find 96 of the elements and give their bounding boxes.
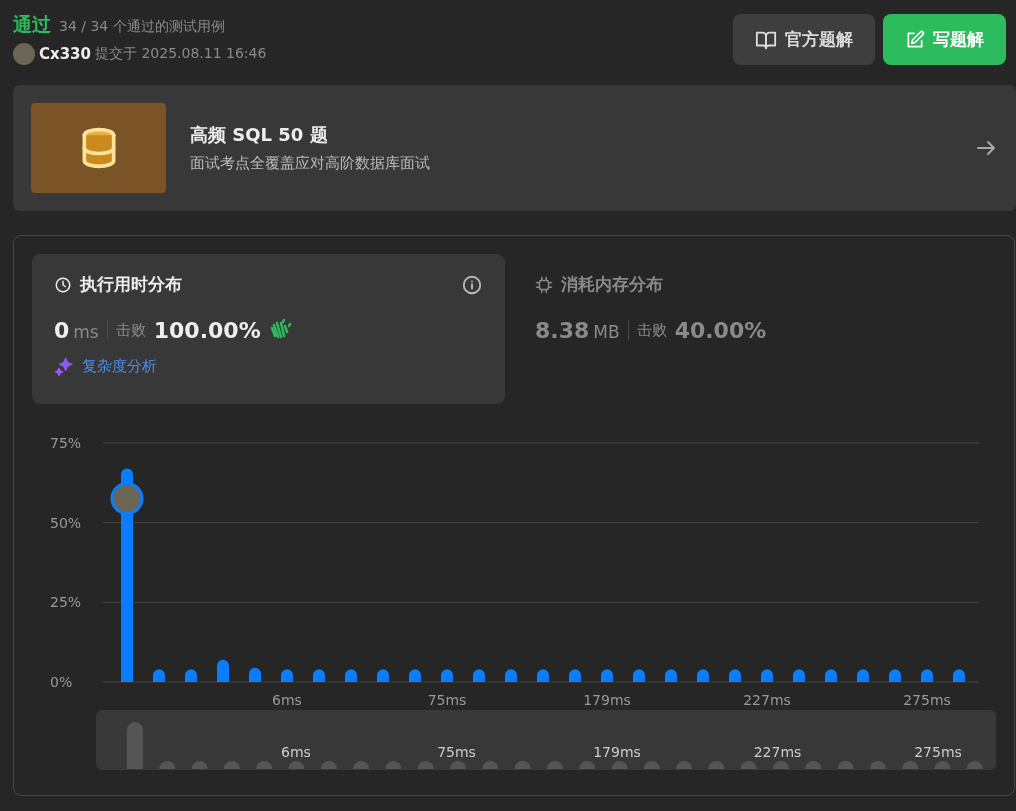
navigator-bar	[708, 761, 725, 769]
chart-bar[interactable]	[281, 669, 293, 682]
sparkle-icon	[54, 355, 74, 376]
chart-bar[interactable]	[313, 669, 325, 682]
chart-bar[interactable]	[793, 669, 805, 682]
chart-bar[interactable]	[761, 669, 773, 682]
navigator-bar	[127, 722, 143, 769]
beats-value: 40.00%	[674, 316, 767, 345]
plan-subtitle: 面试考点全覆盖应对高阶数据库面试	[190, 153, 431, 175]
avatar-circle	[13, 42, 35, 65]
navigator-bar	[353, 761, 370, 769]
navigator-bar	[837, 761, 854, 769]
chart-bar[interactable]	[857, 669, 869, 682]
navigator-bar	[417, 761, 434, 769]
avatar-marker	[110, 482, 144, 515]
chart-bar[interactable]	[377, 669, 389, 682]
chart-bar[interactable]	[665, 669, 677, 682]
navigator-label: 75ms	[437, 744, 476, 760]
navigator-bar	[773, 761, 789, 769]
chart-bar[interactable]	[697, 669, 709, 682]
chart-bar[interactable]	[889, 669, 901, 682]
x-axis-label: 6ms	[272, 692, 302, 708]
range-navigator[interactable]: 6ms 75ms 179ms 227ms 275ms	[96, 710, 996, 770]
chart-bar[interactable]	[601, 669, 613, 682]
username-link[interactable]: Cx330	[39, 42, 91, 65]
navigator-bar	[514, 761, 531, 769]
complexity-analysis-link[interactable]: 复杂度分析	[82, 354, 157, 377]
chart-bar[interactable]	[441, 669, 453, 682]
navigator-bar	[223, 761, 240, 769]
navigator-bar	[643, 761, 660, 769]
y-axis-label: 25%	[50, 594, 82, 611]
navigator-label: 227ms	[753, 744, 802, 760]
navigator-bar	[159, 761, 176, 769]
x-axis-label: 75ms	[427, 692, 467, 708]
beats-value: 100.00%	[153, 316, 261, 345]
chart-bar[interactable]	[633, 669, 645, 682]
chart-bar[interactable]	[185, 669, 197, 682]
test-count-text: 34 / 34 个通过的测试用例	[59, 17, 225, 36]
submitted-text: 提交于 2025.08.11 16:46	[95, 44, 267, 64]
clock-icon	[54, 275, 72, 294]
navigator-bar	[385, 761, 402, 769]
navigator-bar	[869, 761, 886, 769]
metric-unit: MB	[593, 320, 620, 344]
metric-unit: ms	[73, 320, 99, 344]
edit-icon	[905, 29, 925, 50]
navigator-bar	[805, 761, 822, 769]
navigator-bar	[966, 761, 983, 769]
navigator-label: 179ms	[593, 744, 641, 760]
chart-bar[interactable]	[729, 669, 741, 682]
navigator-bar	[191, 761, 208, 769]
navigator-bar	[288, 761, 305, 769]
navigator-bar	[320, 761, 337, 769]
navigator-bar	[611, 761, 628, 769]
metric-title: 执行用时分布	[80, 273, 182, 296]
chart-bar[interactable]	[409, 669, 421, 682]
chart-bar[interactable]	[217, 659, 229, 682]
chart-bar[interactable]	[153, 669, 165, 682]
study-plan-card[interactable]: 高频 SQL 50 题 面试考点全覆盖应对高阶数据库面试	[13, 85, 1016, 211]
chart-bar[interactable]	[473, 669, 485, 682]
chip-icon	[535, 275, 553, 294]
navigator-bar	[740, 761, 757, 769]
navigator-bar	[450, 761, 466, 769]
x-axis-label: 275ms	[903, 692, 951, 708]
chart-bar[interactable]	[569, 669, 581, 682]
navigator-bar	[482, 761, 499, 769]
info-icon	[461, 273, 483, 296]
chart-bar[interactable]	[953, 669, 965, 682]
y-axis-label: 75%	[50, 435, 82, 451]
plan-title: 高频 SQL 50 题	[190, 123, 329, 148]
chart-bar[interactable]	[249, 667, 261, 682]
y-axis-label: 0%	[50, 674, 73, 690]
beats-label: 击败	[636, 319, 667, 341]
navigator-bar	[902, 761, 919, 769]
beats-label: 击败	[115, 319, 146, 341]
status-text: 通过	[13, 12, 51, 37]
chart-bar[interactable]	[345, 669, 357, 682]
x-axis-label: 179ms	[583, 692, 631, 708]
navigator-bar	[934, 761, 951, 769]
metric-title: 消耗内存分布	[561, 273, 663, 296]
chart-bar[interactable]	[921, 669, 933, 682]
chart-bar[interactable]	[537, 669, 549, 682]
chart-bar[interactable]	[825, 669, 837, 682]
navigator-bar	[579, 761, 596, 769]
y-axis-label: 50%	[50, 514, 82, 531]
official-solution-button[interactable]: 官方题解	[733, 14, 875, 65]
metric-value: 0	[54, 316, 70, 345]
navigator-label: 6ms	[281, 744, 311, 760]
chart-bar[interactable]	[505, 669, 517, 682]
navigator-label: 275ms	[914, 744, 962, 760]
metric-value: 8.38	[535, 316, 590, 345]
metric-card[interactable]: 执行用时分布 0 ms 击败 100.00% 复杂度分析	[32, 254, 505, 404]
navigator-bar	[676, 761, 693, 769]
navigator-bar	[256, 761, 273, 769]
x-axis-label: 227ms	[743, 692, 791, 708]
metric-card[interactable]: 消耗内存分布 8.38 MB 击败 40.00%	[513, 254, 986, 404]
navigator-bar	[546, 761, 563, 769]
